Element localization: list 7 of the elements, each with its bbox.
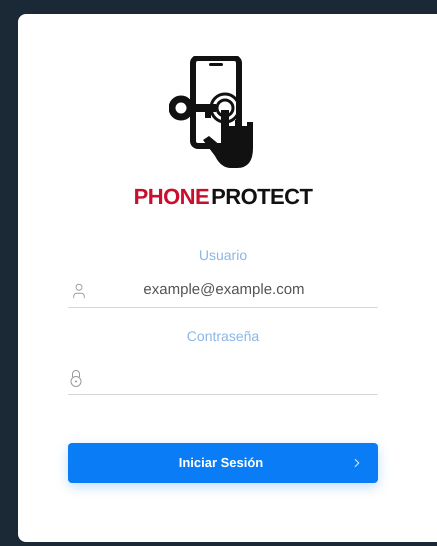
- username-label: Usuario: [198, 246, 248, 265]
- login-button[interactable]: Iniciar Sesión: [68, 443, 378, 483]
- username-field[interactable]: example@example.com: [68, 274, 378, 308]
- lock-icon: [70, 368, 82, 386]
- password-label: Contraseña: [186, 327, 260, 346]
- logo-text: PHONE: [134, 183, 210, 211]
- logo-text: PROTECT: [211, 183, 312, 211]
